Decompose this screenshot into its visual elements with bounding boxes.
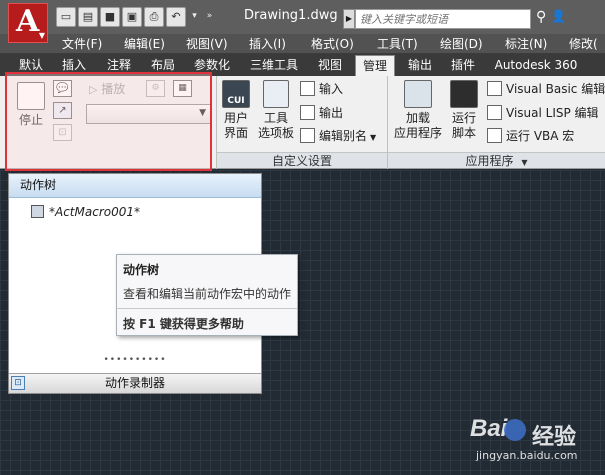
action-tree-header: 动作树	[9, 174, 261, 198]
export-button[interactable]: 输出	[300, 104, 343, 122]
vba-editor-icon	[487, 81, 502, 96]
run-script-button[interactable]: 运行 脚本	[448, 80, 480, 141]
menu-edit[interactable]: 编辑(E)	[124, 34, 165, 54]
vba-editor-button[interactable]: Visual Basic 编辑	[487, 80, 605, 98]
tab-3d-tools[interactable]: 三维工具	[244, 55, 304, 76]
watermark-url: jingyan.baidu.com	[476, 449, 578, 462]
pin-icon[interactable]: ⊡	[11, 376, 25, 390]
load-application-button[interactable]: 加载 应用程序	[392, 80, 444, 141]
export-label: 输出	[319, 106, 344, 120]
import-button[interactable]: 输入	[300, 80, 343, 98]
tool-palettes-button[interactable]: 工具 选项板	[256, 80, 296, 141]
chevron-down-icon: ▼	[521, 158, 528, 167]
tooltip-title: 动作树	[123, 263, 160, 277]
cui-icon: CUI	[222, 80, 250, 108]
menu-file[interactable]: 文件(F)	[62, 34, 102, 54]
run-script-label: 运行 脚本	[451, 111, 476, 140]
tool-palettes-label: 工具 选项板	[257, 111, 294, 140]
watermark-brand: Bai	[470, 415, 508, 442]
user-interface-button[interactable]: CUI 用户 界面	[219, 80, 253, 141]
quick-access-toolbar: ▭ ▤ ■ ▣ ⎙ ↶ ▾ »	[56, 7, 216, 29]
search-expand-icon[interactable]: ▶	[343, 9, 355, 29]
tab-view[interactable]: 视图	[312, 55, 348, 76]
macro-tree-item[interactable]: *ActMacro001*	[31, 205, 140, 223]
undo-icon[interactable]: ↶	[166, 7, 186, 27]
tool-palettes-icon	[263, 80, 289, 108]
print-icon[interactable]: ⎙	[144, 7, 164, 27]
edit-aliases-label: 编辑别名	[319, 129, 368, 143]
macro-icon	[31, 205, 44, 218]
run-script-icon	[450, 80, 478, 108]
import-label: 输入	[319, 82, 344, 96]
tooltip-description: 查看和编辑当前动作宏中的动作	[123, 287, 292, 301]
binoculars-icon[interactable]: ⚲	[536, 9, 546, 25]
vba-editor-label: Visual Basic 编辑	[506, 82, 605, 96]
lisp-editor-label: Visual LISP 编辑	[506, 106, 599, 120]
applications-panel-title[interactable]: 应用程序 ▼	[388, 152, 605, 168]
load-application-icon	[404, 80, 432, 108]
user-interface-label: 用户 界面	[223, 111, 248, 140]
baidu-watermark: Bai 经验 jingyan.baidu.com	[470, 415, 600, 473]
menu-tools[interactable]: 工具(T)	[377, 34, 418, 54]
macro-name: *ActMacro001*	[49, 205, 140, 219]
run-vba-label: 运行 VBA 宏	[506, 129, 575, 143]
edit-aliases-button[interactable]: 编辑别名 ▼	[300, 127, 376, 145]
highlight-box	[5, 72, 212, 171]
menu-insert[interactable]: 插入(I)	[249, 34, 286, 54]
resize-grip[interactable]: ••••••••••	[9, 356, 261, 365]
chevron-down-icon: ▼	[370, 133, 377, 142]
user-icon[interactable]: 👤	[551, 9, 566, 25]
tooltip: 动作树 查看和编辑当前动作宏中的动作 按 F1 键获得更多帮助	[116, 254, 298, 336]
autocad-logo-icon: A	[16, 4, 40, 39]
load-application-label: 加载 应用程序	[393, 111, 442, 140]
applications-panel-title-text: 应用程序	[465, 154, 514, 168]
tab-manage[interactable]: 管理	[355, 55, 395, 76]
action-recorder-label: 动作录制器	[104, 376, 165, 390]
open-icon[interactable]: ▤	[78, 7, 98, 27]
more-icon[interactable]: »	[203, 7, 216, 27]
import-icon	[300, 81, 315, 96]
lisp-editor-button[interactable]: Visual LISP 编辑	[487, 104, 599, 122]
menu-dimension[interactable]: 标注(N)	[505, 34, 547, 54]
chevron-down-icon: ▼	[38, 31, 45, 40]
baidu-paw-icon	[504, 419, 526, 441]
lisp-editor-icon	[487, 105, 502, 120]
title-bar-right: ⚲ 👤	[536, 9, 566, 25]
search-input[interactable]	[355, 9, 531, 29]
export-icon	[300, 105, 315, 120]
tab-plugins[interactable]: 插件	[445, 55, 481, 76]
search-box: ▶	[343, 9, 531, 29]
tab-output[interactable]: 输出	[402, 55, 438, 76]
menu-bar: 文件(F) 编辑(E) 视图(V) 插入(I) 格式(O) 工具(T) 绘图(D…	[0, 34, 605, 54]
application-menu-button[interactable]: A ▼	[8, 3, 48, 43]
undo-dropdown-icon[interactable]: ▾	[188, 7, 201, 27]
tooltip-help: 按 F1 键获得更多帮助	[123, 317, 244, 331]
document-title: Drawing1.dwg	[244, 8, 338, 23]
action-recorder-footer: ⊡ 动作录制器	[9, 373, 261, 393]
save-as-icon[interactable]: ▣	[122, 7, 142, 27]
tab-autodesk-360[interactable]: Autodesk 360	[488, 55, 584, 76]
run-vba-macro-button[interactable]: 运行 VBA 宏	[487, 127, 574, 145]
new-icon[interactable]: ▭	[56, 7, 76, 27]
run-vba-icon	[487, 128, 502, 143]
menu-format[interactable]: 格式(O)	[311, 34, 354, 54]
save-icon[interactable]: ■	[100, 7, 120, 27]
customize-panel-title: 自定义设置	[217, 152, 387, 168]
watermark-brand-suffix: 经验	[532, 425, 577, 450]
tooltip-divider	[117, 308, 297, 309]
title-bar: ▭ ▤ ■ ▣ ⎙ ↶ ▾ » Drawing1.dwg ▶ ⚲ 👤	[0, 0, 605, 34]
menu-modify[interactable]: 修改(	[569, 34, 598, 54]
edit-aliases-icon	[300, 128, 315, 143]
menu-draw[interactable]: 绘图(D)	[440, 34, 483, 54]
menu-view[interactable]: 视图(V)	[186, 34, 228, 54]
